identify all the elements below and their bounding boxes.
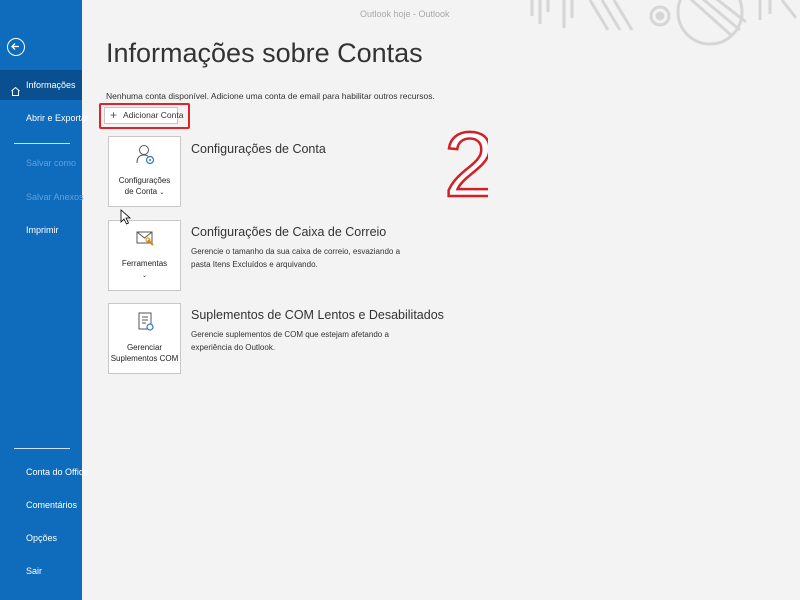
section-description: Gerencie suplementos de COM que estejam …: [191, 330, 389, 352]
sidebar-item-label: Imprimir: [26, 225, 59, 235]
sidebar-item-save-as: Salvar como: [0, 148, 82, 178]
sidebar-item-label: Conta do Office: [26, 467, 89, 477]
sidebar-item-label: Informações: [26, 80, 76, 90]
sidebar-divider: [14, 448, 70, 449]
sidebar-item-feedback[interactable]: Comentários: [0, 490, 82, 520]
add-account-label: Adicionar Conta: [123, 110, 184, 120]
manage-com-addins-tile[interactable]: Gerenciar Suplementos COM: [108, 303, 181, 374]
page-title: Informações sobre Contas: [106, 38, 423, 68]
header-decoration-icon: [530, 0, 798, 46]
sidebar-item-label: Abrir e Exportar: [26, 113, 90, 123]
sidebar-item-exit[interactable]: Sair: [0, 556, 82, 586]
mouse-cursor-icon: [120, 209, 132, 225]
add-account-button[interactable]: + Adicionar Conta: [104, 107, 183, 124]
sidebar-item-label: Comentários: [26, 500, 78, 510]
tile-label-line1: Ferramentas: [121, 259, 168, 268]
svg-text:2: 2: [444, 116, 488, 202]
com-addins-icon: [136, 311, 156, 338]
account-settings-tile[interactable]: Configurações de Conta ⌄: [108, 136, 181, 207]
sidebar-item-label: Salvar como: [26, 158, 77, 168]
section-title: Configurações de Caixa de Correio: [191, 225, 387, 239]
section-title: Suplementos de COM Lentos e Desabilitado…: [191, 308, 444, 322]
window-title: Outlook hoje - Outlook: [360, 9, 450, 19]
sidebar-item-label: Opções: [26, 533, 58, 543]
section-title: Configurações de Conta: [191, 142, 326, 156]
chevron-down-icon: ⌄: [159, 190, 165, 196]
plus-icon: +: [110, 108, 118, 122]
back-arrow-icon[interactable]: [7, 38, 25, 56]
sidebar-item-save-attachments: Salvar Anexos: [0, 182, 84, 212]
no-account-message: Nenhuma conta disponível. Adicione uma c…: [106, 91, 435, 101]
tile-label-line2: Suplementos COM: [110, 354, 179, 363]
tile-label-line2: de Conta: [124, 187, 158, 196]
backstage-sidebar: Informações Abrir e Exportar Salvar como…: [0, 0, 89, 600]
sidebar-item-info[interactable]: Informações: [0, 70, 82, 100]
chevron-down-icon: ⌄: [141, 273, 148, 279]
sidebar-item-office-account[interactable]: Conta do Office: [0, 457, 88, 487]
sidebar-item-options[interactable]: Opções: [0, 523, 82, 553]
sidebar-item-print[interactable]: Imprimir: [0, 215, 82, 245]
account-settings-icon: [136, 144, 156, 171]
sidebar-item-label: Salvar Anexos: [26, 192, 84, 202]
annotation-number: 2: [444, 116, 488, 202]
tile-label-line1: Configurações: [118, 176, 171, 185]
tile-label-line1: Gerenciar: [126, 343, 163, 352]
sidebar-divider: [14, 143, 70, 144]
sidebar-item-label: Sair: [26, 566, 43, 576]
section-description: Gerencie o tamanho da sua caixa de corre…: [191, 247, 401, 269]
sidebar-item-open-export[interactable]: Abrir e Exportar: [0, 103, 89, 133]
tools-tile[interactable]: Ferramentas ⌄: [108, 220, 181, 291]
mailbox-tools-icon: [136, 228, 156, 253]
